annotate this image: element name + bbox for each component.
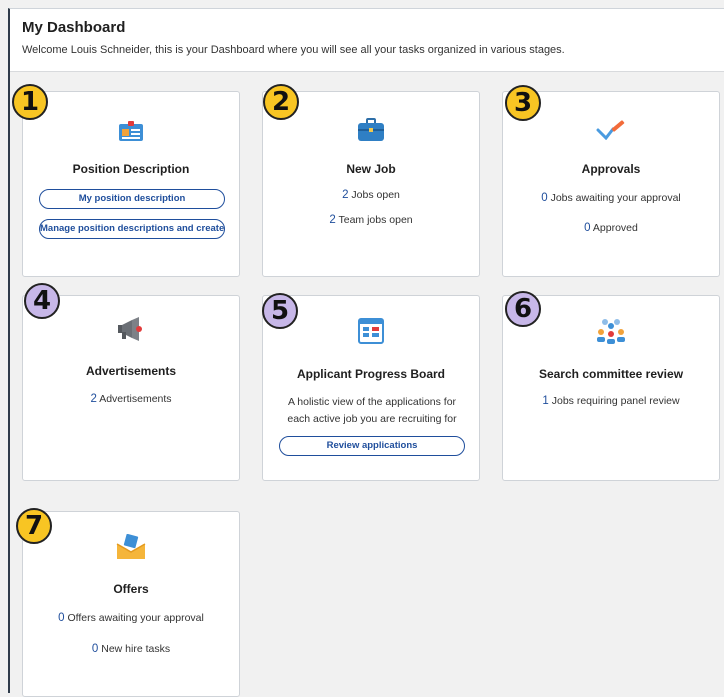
offers-awaiting-approval-count[interactable]: 0 — [58, 612, 64, 624]
card-title: Advertisements — [85, 364, 177, 378]
card-title: Position Description — [72, 162, 190, 176]
callout-badge-5: 5 — [262, 293, 298, 329]
dashboard-header: My Dashboard Welcome Louis Schneider, th… — [10, 9, 724, 72]
jobs-requiring-panel-review-count[interactable]: 1 — [542, 395, 548, 407]
new-hire-tasks-label: New hire tasks — [101, 643, 171, 655]
page-title: My Dashboard — [22, 19, 126, 36]
manage-position-descriptions-button[interactable]: Manage position descriptions and create.… — [39, 219, 225, 239]
card-applicant-progress-board: Applicant Progress Board A holistic view… — [262, 295, 480, 481]
checkmark-pen-icon — [596, 120, 625, 140]
id-card-icon — [119, 121, 143, 141]
callout-badge-6: 6 — [505, 291, 541, 327]
approved-label: Approved — [592, 222, 638, 234]
card-title: Search committee review — [538, 367, 684, 381]
offers-awaiting-approval-line: 0 Offers awaiting your approval — [23, 612, 239, 624]
offers-awaiting-approval-label: Offers awaiting your approval — [67, 612, 204, 624]
envelope-icon — [116, 534, 146, 559]
page-subtitle: Welcome Louis Schneider, this is your Da… — [22, 44, 565, 56]
advertisements-line: 2 Advertisements — [23, 393, 239, 405]
jobs-awaiting-approval-line: 0 Jobs awaiting your approval — [503, 192, 719, 204]
team-jobs-open-line: 2 Team jobs open — [263, 214, 479, 226]
card-title: Offers — [113, 582, 149, 596]
jobs-awaiting-approval-label: Jobs awaiting your approval — [550, 192, 681, 204]
jobs-open-count[interactable]: 2 — [342, 189, 348, 201]
new-hire-tasks-line: 0 New hire tasks — [23, 643, 239, 655]
jobs-requiring-panel-review-label: Jobs requiring panel review — [551, 395, 680, 407]
advertisements-label: Advertisements — [99, 393, 172, 405]
callout-badge-4: 4 — [24, 283, 60, 319]
callout-badge-7: 7 — [16, 508, 52, 544]
my-position-description-button[interactable]: My position description — [39, 189, 225, 209]
card-offers: Offers 0 Offers awaiting your approval 0… — [22, 511, 240, 697]
card-new-job: New Job 2 Jobs open 2 Team jobs open — [262, 91, 480, 277]
card-position-description: Position Description My position descrip… — [22, 91, 240, 277]
callout-badge-1: 1 — [12, 84, 48, 120]
review-applications-button[interactable]: Review applications — [279, 436, 465, 456]
jobs-awaiting-approval-count[interactable]: 0 — [541, 192, 547, 204]
approved-count[interactable]: 0 — [584, 222, 590, 234]
card-description: A holistic view of the applications for … — [287, 396, 457, 425]
committee-people-icon — [597, 319, 625, 344]
new-hire-tasks-count[interactable]: 0 — [92, 643, 98, 655]
kanban-board-icon — [358, 318, 384, 344]
megaphone-icon — [118, 317, 142, 341]
card-advertisements: Advertisements 2 Advertisements — [22, 295, 240, 481]
card-approvals: Approvals 0 Jobs awaiting your approval … — [502, 91, 720, 277]
briefcase-icon — [358, 118, 384, 141]
advertisements-count[interactable]: 2 — [90, 393, 96, 405]
team-jobs-open-label: Team jobs open — [338, 214, 413, 226]
card-search-committee-review: Search committee review 1 Jobs requiring… — [502, 295, 720, 481]
card-title: Applicant Progress Board — [296, 367, 446, 381]
approved-line: 0 Approved — [503, 222, 719, 234]
team-jobs-open-count[interactable]: 2 — [329, 214, 335, 226]
jobs-requiring-panel-review-line: 1 Jobs requiring panel review — [503, 395, 719, 407]
callout-badge-2: 2 — [263, 84, 299, 120]
jobs-open-line: 2 Jobs open — [263, 189, 479, 201]
card-title: Approvals — [581, 162, 641, 176]
card-title: New Job — [346, 162, 396, 176]
jobs-open-label: Jobs open — [351, 189, 400, 201]
callout-badge-3: 3 — [505, 85, 541, 121]
